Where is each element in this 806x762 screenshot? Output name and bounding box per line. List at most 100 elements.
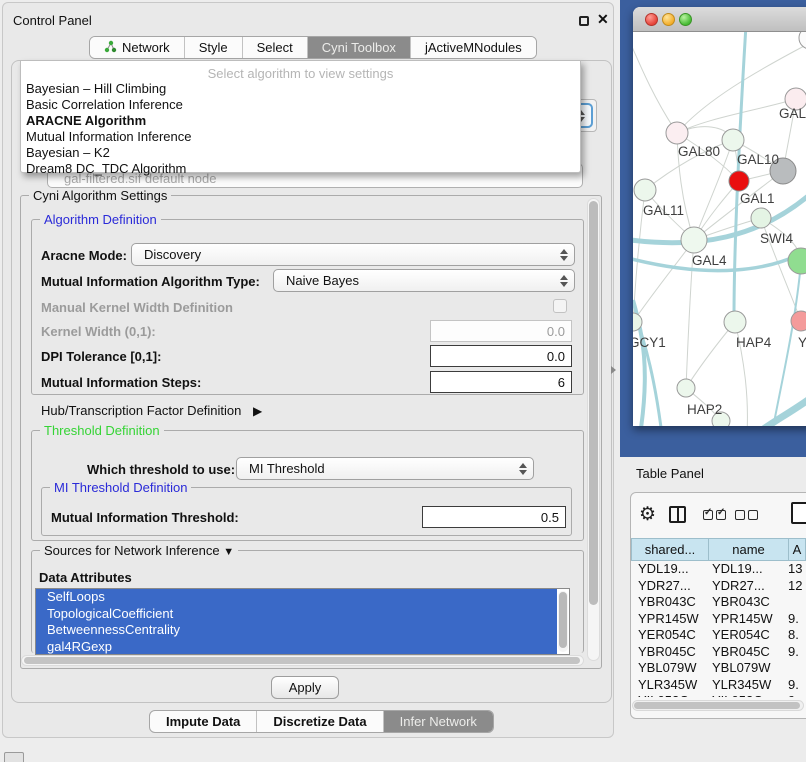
network-canvas[interactable]: GAL GAL80 GAL10 GAL1 GAL11 SWI4 GAL4 GCY…	[633, 32, 806, 426]
node[interactable]	[751, 208, 771, 228]
tab-cyni-toolbox[interactable]: Cyni Toolbox	[308, 37, 411, 58]
collapse-down-icon: ▼	[223, 546, 234, 558]
hub-definition-expander[interactable]: Hub/Transcription Factor Definition ▶	[41, 403, 262, 418]
node[interactable]	[799, 32, 806, 49]
column-header[interactable]: name	[708, 538, 788, 561]
dpi-tolerance-value: 0.0	[547, 349, 565, 364]
spinner-arrows-icon	[560, 249, 568, 261]
aracne-mode-label: Aracne Mode:	[41, 248, 127, 263]
attribute-item[interactable]: TopologicalCoefficient	[36, 606, 557, 623]
tab-jactivemnodules[interactable]: jActiveMNodules	[411, 37, 536, 58]
node[interactable]	[677, 379, 695, 397]
minimize-traffic-light-icon[interactable]	[662, 13, 675, 26]
network-icon	[104, 40, 117, 56]
gear-icon[interactable]: ⚙	[639, 503, 656, 526]
node-selected[interactable]	[729, 171, 749, 191]
kernel-width-input[interactable]: 0.0	[430, 320, 572, 342]
settings-scrollbar-thumb[interactable]	[589, 201, 598, 605]
tab-select[interactable]: Select	[243, 37, 308, 58]
table-hscrollbar[interactable]	[632, 700, 804, 711]
aracne-mode-combobox[interactable]: Discovery	[131, 243, 575, 266]
algorithm-option[interactable]: Basic Correlation Inference	[21, 97, 580, 113]
mi-type-value: Naive Bayes	[286, 273, 359, 288]
zoom-traffic-light-icon[interactable]	[679, 13, 692, 26]
node[interactable]	[791, 311, 806, 331]
mi-steps-label: Mutual Information Steps:	[41, 375, 201, 390]
column-header[interactable]: A	[788, 538, 806, 561]
which-threshold-label: Which threshold to use:	[87, 462, 235, 477]
node[interactable]	[681, 227, 707, 253]
node[interactable]	[724, 311, 746, 333]
select-all-checkboxes-icon[interactable]	[703, 510, 726, 520]
which-threshold-combobox[interactable]: MI Threshold	[236, 457, 534, 480]
close-icon[interactable]: ✕	[597, 11, 609, 28]
algorithm-definition-title: Algorithm Definition	[40, 212, 161, 227]
settings-scrollbar[interactable]	[587, 198, 600, 661]
table-row[interactable]: YDL19...YDL19...13	[631, 561, 806, 578]
which-threshold-value: MI Threshold	[249, 461, 325, 476]
tab-network[interactable]: Network	[90, 37, 185, 58]
table-file-icon[interactable]	[791, 502, 806, 524]
dpi-tolerance-input[interactable]: 0.0	[430, 345, 572, 367]
mi-threshold-group-title: MI Threshold Definition	[50, 480, 191, 495]
kernel-width-value: 0.0	[547, 324, 565, 339]
table-row[interactable]: YER054CYER054C8.	[631, 627, 806, 644]
attribute-list-scrollbar-thumb[interactable]	[559, 592, 567, 648]
table-row[interactable]: YDR27...YDR27...12	[631, 578, 806, 595]
settings-hscrollbar[interactable]	[21, 655, 584, 666]
minimized-panel-icon[interactable]	[4, 752, 24, 762]
mi-steps-input[interactable]: 6	[430, 371, 572, 393]
node-label: SWI4	[760, 231, 793, 246]
node[interactable]	[634, 179, 656, 201]
tab-discretize-data[interactable]: Discretize Data	[257, 711, 383, 732]
algorithm-option[interactable]: Bayesian – Hill Climbing	[21, 81, 580, 97]
node-label: GAL4	[692, 253, 727, 268]
mi-type-combobox[interactable]: Naive Bayes	[273, 269, 575, 292]
algorithm-option-selected[interactable]: ARACNE Algorithm	[21, 113, 580, 129]
mi-threshold-input[interactable]: 0.5	[422, 506, 566, 528]
control-panel-window: Control Panel ✕ Network Style Select Cyn…	[2, 2, 614, 738]
algorithm-dropdown-list: Select algorithm to view settings Bayesi…	[20, 60, 581, 173]
screen: Control Panel ✕ Network Style Select Cyn…	[0, 0, 806, 762]
panel-divider-arrow[interactable]	[611, 366, 620, 374]
table-row[interactable]: YBL079WYBL079W	[631, 660, 806, 677]
float-window-icon[interactable]	[579, 16, 589, 26]
deselect-all-checkboxes-icon[interactable]	[735, 510, 758, 520]
table-row[interactable]: YPR145WYPR145W9.	[631, 611, 806, 628]
table-row[interactable]: YBR043CYBR043C	[631, 594, 806, 611]
mi-threshold-value: 0.5	[541, 510, 559, 525]
tab-style[interactable]: Style	[185, 37, 243, 58]
network-edges[interactable]	[633, 32, 806, 426]
table-hscrollbar-thumb[interactable]	[634, 702, 800, 709]
node-label: GAL1	[740, 191, 775, 206]
manual-kernel-width-checkbox[interactable]	[553, 299, 567, 313]
node[interactable]	[788, 248, 806, 274]
node-label: GCY1	[633, 335, 666, 350]
dpi-tolerance-label: DPI Tolerance [0,1]:	[41, 349, 161, 364]
expander-right-icon: ▶	[253, 404, 262, 418]
column-header[interactable]: shared...	[631, 538, 708, 561]
algorithm-option[interactable]: Mutual Information Inference	[21, 129, 580, 145]
table-row[interactable]: YIL052CYIL052C9	[631, 693, 806, 697]
settings-group-title: Cyni Algorithm Settings	[29, 188, 171, 203]
node[interactable]	[722, 129, 744, 151]
table-row[interactable]: YLR345WYLR345W9.	[631, 677, 806, 694]
apply-button[interactable]: Apply	[271, 676, 339, 699]
algorithm-option[interactable]: Bayesian – K2	[21, 145, 580, 161]
table-row[interactable]: YBR045CYBR045C9.	[631, 644, 806, 661]
tab-impute-data[interactable]: Impute Data	[150, 711, 257, 732]
spinner-arrows-icon	[560, 275, 568, 287]
algorithm-option[interactable]: Dream8 DC_TDC Algorithm	[21, 161, 580, 177]
sources-group-title[interactable]: Sources for Network Inference ▼	[40, 543, 238, 560]
tab-infer-network[interactable]: Infer Network	[384, 711, 493, 732]
attribute-item[interactable]: SelfLoops	[36, 589, 557, 606]
close-traffic-light-icon[interactable]	[645, 13, 658, 26]
attribute-list-scrollbar[interactable]	[558, 591, 568, 652]
columns-icon[interactable]	[669, 506, 686, 523]
attribute-item[interactable]: BetweennessCentrality	[36, 622, 557, 639]
attribute-item[interactable]: gal4RGexp	[36, 639, 557, 656]
node[interactable]	[666, 122, 688, 144]
network-window-titlebar[interactable]	[633, 7, 806, 32]
settings-hscrollbar-thumb[interactable]	[24, 657, 580, 664]
spinner-arrows-icon	[519, 463, 527, 475]
